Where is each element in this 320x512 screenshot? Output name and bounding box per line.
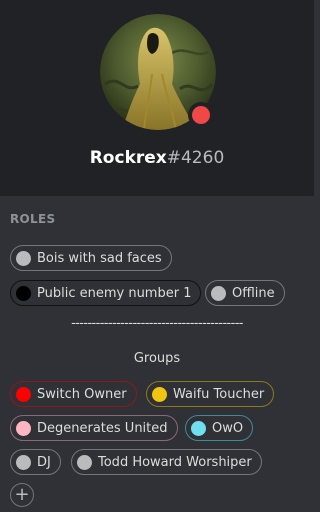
role-color-dot[interactable]	[16, 285, 31, 301]
groups-label: Groups	[133, 351, 181, 366]
role-label: Waifu Toucher	[173, 386, 265, 402]
role-color-dot[interactable]	[191, 420, 206, 436]
role-dj[interactable]: DJ	[10, 449, 61, 475]
add-role-button[interactable]: +	[10, 483, 34, 507]
role-color-dot[interactable]	[16, 250, 31, 266]
role-label: Todd Howard Worshiper	[98, 454, 252, 470]
role-offline[interactable]: Offline	[205, 280, 285, 306]
role-label: Offline	[232, 285, 275, 301]
role-label: OwO	[212, 420, 244, 436]
role-degenerates-united[interactable]: Degenerates United	[10, 415, 178, 441]
profile-header: Rockrex#4260	[0, 0, 314, 196]
user-profile-popout: Rockrex#4260 ROLES Bois with sad faces P…	[0, 0, 314, 512]
role-bois-with-sad-faces[interactable]: Bois with sad faces	[10, 245, 172, 271]
discriminator: #4260	[166, 148, 225, 168]
avatar-container[interactable]	[100, 14, 216, 130]
role-color-dot[interactable]	[152, 386, 167, 402]
role-color-dot[interactable]	[77, 454, 92, 470]
status-indicator	[188, 102, 214, 128]
divider-role: ----------------------------------------…	[71, 316, 243, 331]
role-label: Bois with sad faces	[37, 250, 162, 266]
role-color-dot[interactable]	[211, 285, 226, 301]
role-label: Public enemy number 1	[37, 285, 192, 301]
role-label: Degenerates United	[37, 420, 168, 436]
status-dnd-icon	[192, 106, 210, 124]
role-owo[interactable]: OwO	[185, 415, 254, 441]
username-row: Rockrex#4260	[0, 146, 314, 170]
role-todd-howard-worshiper[interactable]: Todd Howard Worshiper	[71, 449, 262, 475]
role-label: DJ	[37, 454, 51, 470]
role-color-dot[interactable]	[16, 454, 31, 470]
role-waifu-toucher[interactable]: Waifu Toucher	[146, 381, 275, 407]
roles-section-title: ROLES	[10, 212, 56, 226]
role-switch-owner[interactable]: Switch Owner	[10, 381, 137, 407]
role-color-dot[interactable]	[16, 386, 31, 402]
role-label: Switch Owner	[37, 386, 127, 402]
role-public-enemy-number-1[interactable]: Public enemy number 1	[10, 280, 202, 306]
username: Rockrex	[89, 148, 167, 168]
role-color-dot[interactable]	[16, 420, 31, 436]
plus-icon[interactable]: +	[14, 484, 29, 505]
